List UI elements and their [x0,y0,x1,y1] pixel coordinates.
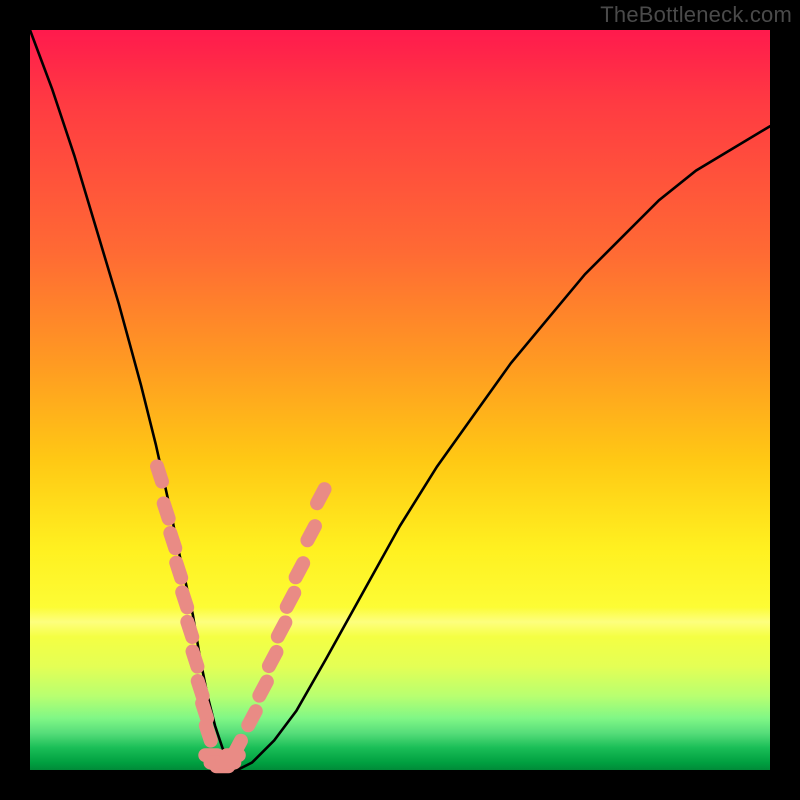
highlight-band [30,607,770,637]
curve-marker [155,495,178,528]
curve-marker [224,731,250,764]
curve-layer [30,30,770,770]
curve-marker [259,642,285,675]
chart-frame: TheBottleneck.com [0,0,800,800]
curve-marker [179,613,202,646]
curve-marker [209,759,235,773]
marker-group [148,458,334,774]
curve-marker [198,748,224,762]
curve-marker [277,583,303,616]
curve-marker [250,672,276,705]
curve-marker [189,672,212,705]
curve-marker [148,458,171,491]
curve-marker [197,717,220,750]
curve-marker [173,583,196,616]
curve-marker [167,554,190,587]
curve-marker [184,643,207,676]
curve-marker [268,613,294,646]
curve-marker [308,480,334,513]
plot-area [30,30,770,770]
curve-marker [286,554,312,587]
curve-marker [162,524,185,557]
curve-marker [204,756,230,770]
curve-marker [298,517,324,550]
curve-marker [239,702,265,735]
curve-marker [215,756,241,770]
watermark-text: TheBottleneck.com [600,2,792,28]
bottleneck-curve [30,30,770,770]
curve-marker [220,748,246,762]
curve-marker [193,694,216,727]
